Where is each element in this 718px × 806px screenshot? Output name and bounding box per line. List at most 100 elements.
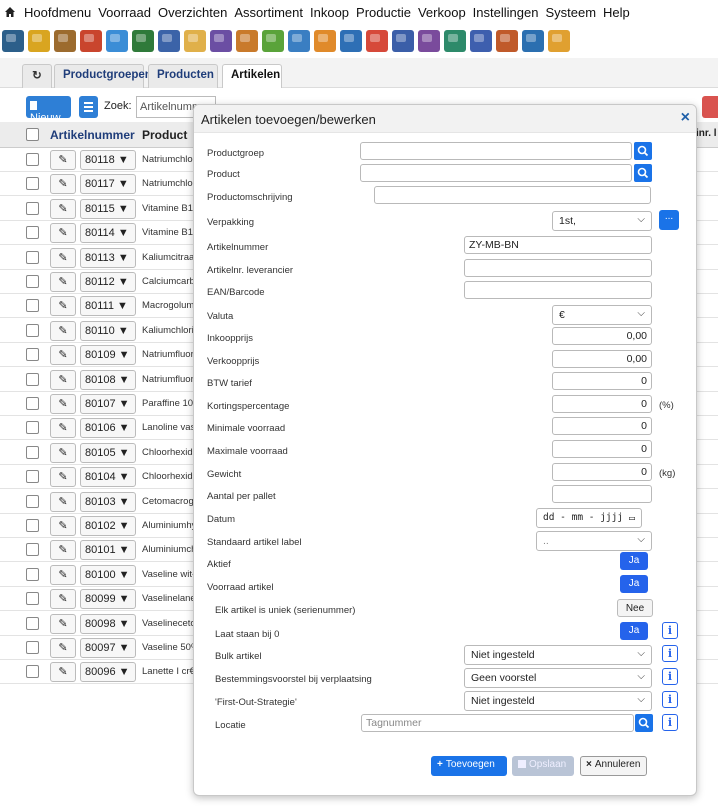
info-icon[interactable]: i <box>662 714 678 731</box>
gewicht-input[interactable]: 0 <box>552 463 652 481</box>
locatie-input[interactable]: Tagnummer <box>361 714 634 732</box>
row-checkbox[interactable] <box>26 348 39 362</box>
boxes-icon[interactable] <box>80 30 102 52</box>
row-checkbox[interactable] <box>26 226 39 240</box>
info-icon[interactable]: i <box>662 691 678 708</box>
row-checkbox[interactable] <box>26 275 39 288</box>
row-checkbox[interactable] <box>26 567 39 581</box>
first-out-select[interactable]: Niet ingesteld ⌵ <box>464 691 652 711</box>
filter-icon[interactable] <box>106 30 128 52</box>
verpakking-select[interactable]: 1st, ⌵ <box>552 211 652 231</box>
row-artikelnummer[interactable]: 80102 ▼ <box>80 516 136 536</box>
pencil-icon[interactable]: ✎ <box>50 394 76 414</box>
box-close-icon[interactable] <box>418 30 440 52</box>
row-artikelnummer[interactable]: 80117 ▼ <box>80 174 136 195</box>
ean-input[interactable] <box>464 281 652 299</box>
box-open-icon[interactable] <box>392 30 414 52</box>
pencil-icon[interactable]: ✎ <box>50 223 76 244</box>
row-checkbox[interactable] <box>26 250 39 264</box>
row-checkbox[interactable] <box>26 397 39 410</box>
menu-overzichten[interactable]: Overzichten <box>158 5 227 20</box>
aantal-pallet-input[interactable] <box>552 485 652 503</box>
cart-icon[interactable] <box>236 30 258 52</box>
grid-icon[interactable] <box>132 30 154 52</box>
row-checkbox[interactable] <box>26 519 39 532</box>
search-button[interactable] <box>702 96 718 118</box>
row-checkbox[interactable] <box>26 299 39 313</box>
col-artikelnummer[interactable]: Artikelnummer <box>50 128 135 142</box>
list-view-button[interactable] <box>79 96 98 118</box>
row-artikelnummer[interactable]: 80098 ▼ <box>80 613 136 634</box>
add-button[interactable]: + Toevoegen <box>431 756 507 776</box>
row-artikelnummer[interactable]: 80111 ▼ <box>80 296 136 317</box>
row-checkbox[interactable] <box>26 323 39 337</box>
box-edit-icon[interactable] <box>340 30 362 52</box>
shapes-icon[interactable] <box>314 30 336 52</box>
gift-icon[interactable] <box>210 30 232 52</box>
menu-verkoop[interactable]: Verkoop <box>418 5 466 20</box>
row-checkbox[interactable] <box>26 421 39 435</box>
row-checkbox[interactable] <box>26 665 39 679</box>
row-checkbox[interactable] <box>26 177 39 191</box>
productgroep-input[interactable] <box>360 142 632 160</box>
row-artikelnummer[interactable]: 80110 ▼ <box>80 320 136 341</box>
calendar-icon[interactable]: ▭ <box>629 513 635 524</box>
row-artikelnummer[interactable]: 80114 ▼ <box>80 223 136 244</box>
tab-productgroepen[interactable]: Productgroepen <box>54 64 152 88</box>
pencil-icon[interactable]: ✎ <box>50 345 76 366</box>
row-artikelnummer[interactable]: 80115 ▼ <box>80 198 136 219</box>
box-receive-icon[interactable] <box>470 30 492 52</box>
col-product[interactable]: Product <box>142 128 187 142</box>
pencil-icon[interactable]: ✎ <box>50 369 76 390</box>
close-icon[interactable]: × <box>681 109 690 127</box>
row-checkbox[interactable] <box>26 616 39 630</box>
pencil-icon[interactable]: ✎ <box>50 467 76 488</box>
db-icon[interactable] <box>2 30 24 52</box>
row-artikelnummer[interactable]: 80101 ▼ <box>80 540 136 561</box>
max-voorraad-input[interactable]: 0 <box>552 440 652 458</box>
pencil-icon[interactable]: ✎ <box>50 247 76 268</box>
pencil-icon[interactable]: ✎ <box>50 418 76 439</box>
korting-input[interactable]: 0 <box>552 395 652 413</box>
voorraad-artikel-toggle[interactable]: Ja <box>620 575 648 593</box>
tab-artikelen[interactable]: Artikelen <box>222 64 282 88</box>
pencil-icon[interactable]: ✎ <box>50 198 76 219</box>
row-artikelnummer[interactable]: 80097 ▼ <box>80 638 136 658</box>
aktief-toggle[interactable]: Ja <box>620 552 648 570</box>
menu-systeem[interactable]: Systeem <box>545 5 596 20</box>
menu-hoofdmenu[interactable]: Hoofdmenu <box>24 5 91 20</box>
box-send-icon[interactable] <box>444 30 466 52</box>
min-voorraad-input[interactable]: 0 <box>552 417 652 435</box>
row-artikelnummer[interactable]: 80099 ▼ <box>80 589 136 610</box>
row-checkbox[interactable] <box>26 543 39 557</box>
pencil-icon[interactable]: ✎ <box>50 516 76 536</box>
box-check-icon[interactable] <box>522 30 544 52</box>
pencil-icon[interactable]: ✎ <box>50 638 76 658</box>
productomschrijving-input[interactable] <box>374 186 651 204</box>
btw-input[interactable]: 0 <box>552 372 652 390</box>
search-icon[interactable] <box>288 30 310 52</box>
row-checkbox[interactable] <box>26 641 39 654</box>
pencil-icon[interactable]: ✎ <box>50 442 76 463</box>
row-checkbox[interactable] <box>26 494 39 508</box>
tools-icon[interactable] <box>54 30 76 52</box>
std-label-select[interactable]: .. ⌵ <box>536 531 652 551</box>
folder-icon[interactable] <box>28 30 50 52</box>
row-artikelnummer[interactable]: 80106 ▼ <box>80 418 136 439</box>
info-icon[interactable]: i <box>662 645 678 662</box>
home-icon[interactable] <box>4 5 18 19</box>
row-artikelnummer[interactable]: 80096 ▼ <box>80 662 136 683</box>
product-input[interactable] <box>360 164 632 182</box>
row-artikelnummer[interactable]: 80108 ▼ <box>80 369 136 390</box>
menu-assortiment[interactable]: Assortiment <box>234 5 303 20</box>
row-artikelnummer[interactable]: 80100 ▼ <box>80 564 136 585</box>
pencil-icon[interactable]: ✎ <box>50 662 76 683</box>
row-artikelnummer[interactable]: 80104 ▼ <box>80 467 136 488</box>
row-artikelnummer[interactable]: 80105 ▼ <box>80 442 136 463</box>
inkoopprijs-input[interactable]: 0,00 <box>552 327 652 345</box>
pencil-icon[interactable]: ✎ <box>50 320 76 341</box>
verkoopprijs-input[interactable]: 0,00 <box>552 350 652 368</box>
product-search-button[interactable] <box>634 164 652 182</box>
uniek-toggle[interactable]: Nee <box>617 599 653 617</box>
row-checkbox[interactable] <box>26 470 39 484</box>
